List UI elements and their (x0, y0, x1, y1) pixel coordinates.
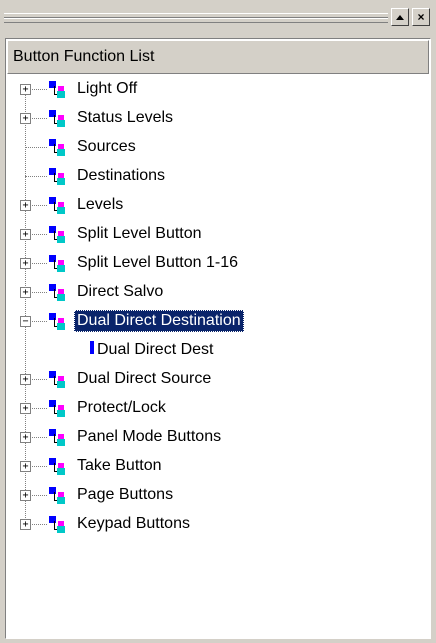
function-node-icon (48, 399, 67, 418)
collapse-icon[interactable]: − (20, 316, 31, 327)
tree-item-label[interactable]: Status Levels (74, 107, 176, 129)
tree-item-sources[interactable]: Sources (6, 133, 426, 162)
tree-item-label-selected[interactable]: Dual Direct Destination (74, 310, 244, 332)
tree-item-label[interactable]: Take Button (74, 455, 165, 477)
tree-connector-line (25, 176, 47, 177)
tree-item-split-level-button[interactable]: + Split Level Button (6, 220, 426, 249)
function-node-icon (48, 109, 67, 128)
close-button[interactable]: × (412, 8, 430, 26)
tree-item-light-off[interactable]: + Light Off (6, 75, 426, 104)
tree-item-page-buttons[interactable]: + Page Buttons (6, 481, 426, 510)
tree-item-label[interactable]: Protect/Lock (74, 397, 169, 419)
function-node-icon (48, 457, 67, 476)
tree-item-label[interactable]: Panel Mode Buttons (74, 426, 224, 448)
child-node-icon (90, 341, 94, 354)
scroll-up-button[interactable] (391, 8, 409, 26)
panel-title-bar[interactable]: × (0, 0, 436, 36)
tree-item-levels[interactable]: + Levels (6, 191, 426, 220)
function-node-icon (48, 167, 67, 186)
tree-item-label[interactable]: Dual Direct Source (74, 368, 214, 390)
tree-item-label[interactable]: Destinations (74, 165, 168, 187)
tree-item-dual-direct-destination[interactable]: − Dual Direct Destination (6, 307, 426, 336)
function-node-icon (48, 225, 67, 244)
tree-item-protect-lock[interactable]: + Protect/Lock (6, 394, 426, 423)
tree-item-label[interactable]: Split Level Button (74, 223, 205, 245)
column-header[interactable]: Button Function List (7, 40, 429, 74)
function-node-icon (48, 196, 67, 215)
expand-icon[interactable]: + (20, 461, 31, 472)
tree-item-dual-direct-source[interactable]: + Dual Direct Source (6, 365, 426, 394)
function-node-icon (48, 283, 67, 302)
tree-item-split-level-button-1-16[interactable]: + Split Level Button 1-16 (6, 249, 426, 278)
drag-grip[interactable] (4, 18, 388, 23)
expand-icon[interactable]: + (20, 432, 31, 443)
expand-icon[interactable]: + (20, 200, 31, 211)
tree-item-label[interactable]: Levels (74, 194, 126, 216)
tree-connector-line (25, 147, 47, 148)
function-node-icon (48, 486, 67, 505)
function-node-icon (48, 312, 67, 331)
tree-child-item-dual-direct-dest[interactable]: Dual Direct Dest (6, 336, 426, 365)
function-tree[interactable]: + Light Off + Status Levels Sources Dest… (6, 75, 426, 635)
function-node-icon (48, 428, 67, 447)
expand-icon[interactable]: + (20, 84, 31, 95)
close-icon: × (417, 10, 425, 24)
expand-icon[interactable]: + (20, 519, 31, 530)
function-node-icon (48, 80, 67, 99)
function-node-icon (48, 254, 67, 273)
function-node-icon (48, 515, 67, 534)
expand-icon[interactable]: + (20, 374, 31, 385)
tree-item-label[interactable]: Direct Salvo (74, 281, 166, 303)
tree-item-status-levels[interactable]: + Status Levels (6, 104, 426, 133)
button-function-panel: Button Function List + Light Off + Statu… (5, 38, 431, 639)
tree-item-label[interactable]: Split Level Button 1-16 (74, 252, 241, 274)
function-node-icon (48, 138, 67, 157)
tree-item-direct-salvo[interactable]: + Direct Salvo (6, 278, 426, 307)
expand-icon[interactable]: + (20, 113, 31, 124)
tree-item-keypad-buttons[interactable]: + Keypad Buttons (6, 510, 426, 539)
tree-item-panel-mode-buttons[interactable]: + Panel Mode Buttons (6, 423, 426, 452)
tree-item-destinations[interactable]: Destinations (6, 162, 426, 191)
tree-item-label[interactable]: Page Buttons (74, 484, 176, 506)
tree-item-label[interactable]: Sources (74, 136, 139, 158)
tree-item-label[interactable]: Light Off (74, 78, 140, 100)
tree-item-take-button[interactable]: + Take Button (6, 452, 426, 481)
triangle-up-icon (396, 14, 404, 20)
tree-item-label[interactable]: Keypad Buttons (74, 513, 193, 535)
function-node-icon (48, 370, 67, 389)
expand-icon[interactable]: + (20, 490, 31, 501)
expand-icon[interactable]: + (20, 287, 31, 298)
expand-icon[interactable]: + (20, 403, 31, 414)
tree-child-label[interactable]: Dual Direct Dest (97, 339, 213, 361)
expand-icon[interactable]: + (20, 229, 31, 240)
expand-icon[interactable]: + (20, 258, 31, 269)
